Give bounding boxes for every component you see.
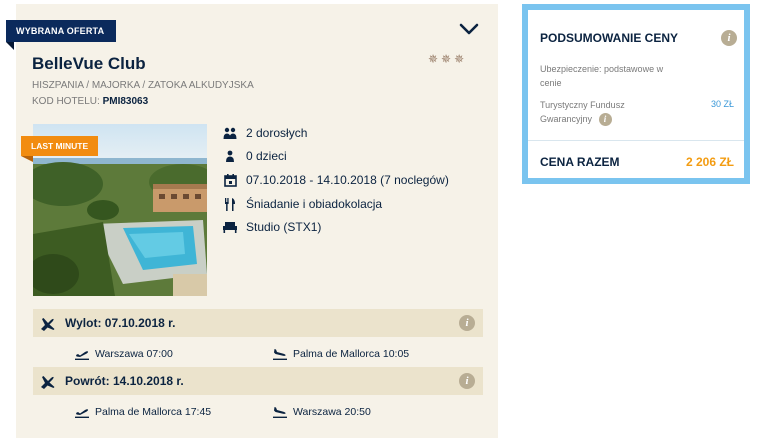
info-icon[interactable]: i [598,113,612,127]
badge-fold [21,156,33,162]
return-arrival-text: Warszawa 20:50 [293,406,371,418]
return-flight-title: Powrót: 14.10.2018 r. [65,374,184,388]
insurance-label: Ubezpieczenie: podstawowe w cenie [540,62,663,90]
outbound-flight-header[interactable]: Wylot: 07.10.2018 r. i [33,309,483,337]
outbound-arrival-text: Palma de Mallorca 10:05 [293,348,410,360]
cutlery-icon [222,197,238,211]
info-icon[interactable]: i [721,30,737,46]
bed-icon [222,220,238,234]
landing-icon [273,348,287,360]
info-icon[interactable]: i [459,373,475,389]
guarantee-fund-value: 30 ZŁ [710,99,734,109]
summary-divider [528,140,744,141]
child-icon [222,149,238,163]
dates-text: 07.10.2018 - 14.10.2018 (7 noclegów) [246,173,449,187]
return-departure: Palma de Mallorca 17:45 [75,406,211,418]
children-row: 0 dzieci [222,147,287,165]
fund-line-1: Turystyczny Fundusz [540,100,625,110]
children-text: 0 dzieci [246,149,287,163]
takeoff-icon [75,348,89,360]
fund-line-2: Gwarancyjny [540,114,593,124]
chevron-down-icon[interactable] [459,22,479,36]
return-flight-header[interactable]: Powrót: 14.10.2018 r. i [33,367,483,395]
adults-icon [222,126,238,140]
hotel-name[interactable]: BelleVue Club [32,54,146,74]
outbound-arrival: Palma de Mallorca 10:05 [273,348,409,360]
hotel-code: KOD HOTELU: PMI83063 [32,96,148,107]
board-row: Śniadanie i obiadokolacja [222,195,382,213]
selected-offer-ribbon: WYBRANA OFERTA [6,20,117,42]
outbound-departure-text: Warszawa 07:00 [95,348,173,360]
hotel-code-label: KOD HOTELU: [32,96,100,107]
dates-row: 07.10.2018 - 14.10.2018 (7 noclegów) [222,171,449,189]
insurance-line-1: Ubezpieczenie: podstawowe w [540,64,664,74]
outbound-departure: Warszawa 07:00 [75,348,173,360]
board-text: Śniadanie i obiadokolacja [246,197,383,211]
plane-icon [39,315,55,331]
return-departure-text: Palma de Mallorca 17:45 [95,406,212,418]
room-text: Studio (STX1) [246,220,322,234]
price-summary-panel: PODSUMOWANIE CENY i Ubezpieczenie: podst… [522,4,750,184]
hotel-rating-stars: ✵✵✵ [428,52,468,66]
return-arrival: Warszawa 20:50 [273,406,371,418]
adults-text: 2 dorosłych [246,126,308,140]
guarantee-fund-label: Turystyczny Fundusz Gwarancyjny i [540,98,625,127]
adults-row: 2 dorosłych [222,124,307,142]
outbound-flight-title: Wylot: 07.10.2018 r. [65,316,176,330]
room-row: Studio (STX1) [222,218,321,236]
plane-icon [39,373,55,389]
landing-icon [273,406,287,418]
total-price-value: 2 206 ZŁ [685,155,734,169]
takeoff-icon [75,406,89,418]
calendar-icon [222,173,238,187]
last-minute-badge: LAST MINUTE [21,136,99,156]
price-summary-title: PODSUMOWANIE CENY [540,31,679,45]
ribbon-fold [6,42,14,50]
hotel-code-value: PMI83063 [102,96,149,107]
hotel-location: HISZPANIA / MAJORKA / ZATOKA ALKUDYJSKA [32,80,254,91]
total-price-label: CENA RAZEM [540,155,620,169]
info-icon[interactable]: i [459,315,475,331]
insurance-line-2: cenie [540,78,562,88]
